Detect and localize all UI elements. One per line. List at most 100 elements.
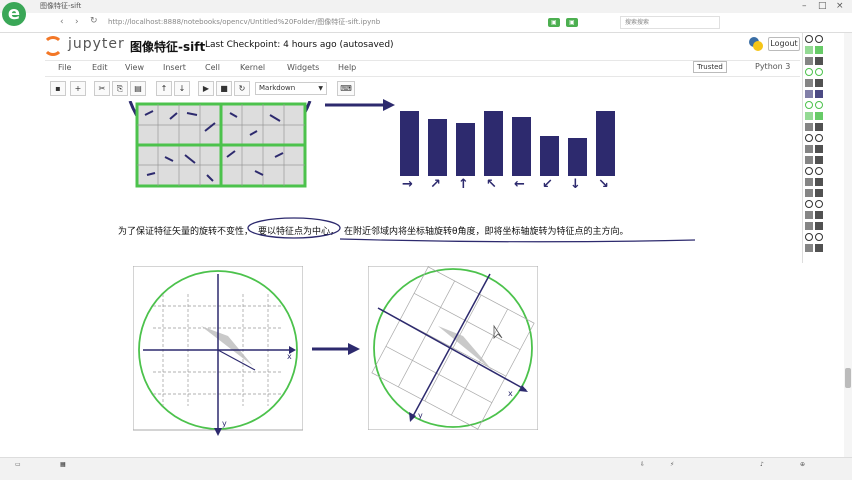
menu-view[interactable]: View	[125, 63, 144, 72]
histogram-bar	[596, 111, 615, 176]
menu-insert[interactable]: Insert	[163, 63, 186, 72]
direction-arrow-icon: ↑	[458, 177, 469, 192]
palette-tool-icon[interactable]	[805, 79, 813, 87]
statusbar-sound-icon[interactable]: ♪	[760, 461, 764, 468]
palette-tool-icon[interactable]	[815, 211, 823, 219]
cell-type-select[interactable]: Markdown ▼	[255, 82, 327, 95]
palette-tool-icon[interactable]	[805, 156, 813, 164]
histogram-bar	[540, 136, 559, 176]
palette-tool-icon[interactable]	[815, 123, 823, 131]
tab-title[interactable]: 图像特征-sift	[40, 1, 81, 11]
jupyter-logo-text[interactable]: jupyter	[68, 36, 125, 52]
notebook-title[interactable]: 图像特征-sift	[130, 38, 205, 55]
move-down-icon[interactable]: ↓	[174, 81, 190, 96]
palette-tool-icon[interactable]	[815, 90, 823, 98]
palette-tool-icon[interactable]	[805, 134, 813, 142]
refresh-icon[interactable]: ↻	[90, 16, 98, 26]
palette-tool-icon[interactable]	[815, 112, 823, 120]
transform-arrow-icon	[312, 343, 360, 355]
forward-icon[interactable]: ›	[75, 17, 79, 27]
histogram-bar	[484, 111, 503, 176]
minimize-icon[interactable]: –	[802, 1, 807, 11]
address-bar: ‹ › ↻ http://localhost:8888/notebooks/op…	[0, 13, 852, 33]
add-cell-icon[interactable]: +	[70, 81, 86, 96]
stop-icon[interactable]: ■	[216, 81, 232, 96]
palette-tool-icon[interactable]	[805, 178, 813, 186]
palette-tool-icon[interactable]	[815, 35, 823, 43]
palette-tool-icon[interactable]	[805, 211, 813, 219]
palette-tool-icon[interactable]	[815, 79, 823, 87]
close-icon[interactable]: ×	[836, 1, 844, 11]
palette-tool-icon[interactable]	[805, 189, 813, 197]
chevron-down-icon: ▼	[318, 85, 323, 92]
direction-arrow-icon: ↙	[542, 177, 553, 192]
statusbar-left-icon[interactable]: ▭	[15, 461, 21, 468]
palette-tool-icon[interactable]	[815, 68, 823, 76]
palette-tool-icon[interactable]	[805, 35, 813, 43]
menu-widgets[interactable]: Widgets	[287, 63, 319, 72]
direction-arrow-icon: ↖	[486, 177, 497, 192]
menu-kernel[interactable]: Kernel	[240, 63, 265, 72]
palette-tool-icon[interactable]	[805, 200, 813, 208]
palette-tool-icon[interactable]	[815, 134, 823, 142]
palette-tool-icon[interactable]	[815, 233, 823, 241]
palette-tool-icon[interactable]	[815, 167, 823, 175]
statusbar-accel-icon[interactable]: ⚡	[670, 461, 674, 468]
paste-icon[interactable]: ▤	[130, 81, 146, 96]
scrollbar-thumb[interactable]	[845, 368, 851, 388]
palette-tool-icon[interactable]	[805, 57, 813, 65]
palette-tool-icon[interactable]	[815, 244, 823, 252]
extension-badge-2[interactable]: ▣	[566, 18, 578, 27]
extension-badge[interactable]: ▣	[548, 18, 560, 27]
palette-tool-icon[interactable]	[805, 244, 813, 252]
statusbar-news-icon[interactable]: ▦	[60, 461, 66, 468]
copy-icon[interactable]: ⎘	[112, 81, 128, 96]
palette-tool-icon[interactable]	[805, 46, 813, 54]
palette-tool-icon[interactable]	[815, 145, 823, 153]
trusted-badge[interactable]: Trusted	[693, 61, 727, 73]
palette-tool-icon[interactable]	[815, 101, 823, 109]
run-icon[interactable]: ▶	[198, 81, 214, 96]
save-icon[interactable]: ▪	[50, 81, 66, 96]
palette-tool-icon[interactable]	[805, 112, 813, 120]
menu-edit[interactable]: Edit	[92, 63, 108, 72]
palette-tool-icon[interactable]	[815, 222, 823, 230]
palette-tool-icon[interactable]	[805, 145, 813, 153]
browser-search-input[interactable]: 搜索搜索	[620, 16, 720, 29]
palette-tool-icon[interactable]	[815, 46, 823, 54]
palette-tool-icon[interactable]	[815, 57, 823, 65]
histogram-direction-row: → ↗ ↑ ↖ ← ↙ ↓ ↘	[395, 177, 625, 195]
palette-tool-icon[interactable]	[815, 156, 823, 164]
palette-tool-icon[interactable]	[805, 222, 813, 230]
palette-tool-icon[interactable]	[805, 167, 813, 175]
url-input[interactable]: http://localhost:8888/notebooks/opencv/U…	[108, 16, 528, 29]
page-scrollbar[interactable]	[844, 33, 852, 457]
palette-tool-icon[interactable]	[815, 189, 823, 197]
checkpoint-status: Last Checkpoint: 4 hours ago (autosaved)	[205, 40, 394, 50]
palette-tool-icon[interactable]	[805, 68, 813, 76]
cut-icon[interactable]: ✂	[94, 81, 110, 96]
palette-tool-icon[interactable]	[805, 90, 813, 98]
palette-tool-icon[interactable]	[805, 233, 813, 241]
orientation-histogram	[395, 100, 625, 176]
cell-type-label: Markdown	[259, 84, 296, 92]
kernel-indicator: Python 3	[755, 62, 791, 71]
restart-icon[interactable]: ↻	[234, 81, 250, 96]
palette-tool-icon[interactable]	[815, 178, 823, 186]
keyboard-icon[interactable]: ⌨	[337, 81, 355, 96]
browser-logo-icon: e	[2, 2, 26, 26]
statusbar-zoom-icon[interactable]: ⊕	[800, 461, 805, 468]
menu-cell[interactable]: Cell	[205, 63, 220, 72]
palette-tool-icon[interactable]	[805, 123, 813, 131]
move-up-icon[interactable]: ↑	[156, 81, 172, 96]
back-icon[interactable]: ‹	[60, 17, 64, 27]
menu-file[interactable]: File	[58, 63, 71, 72]
histogram-bar	[568, 138, 587, 176]
statusbar-download-icon[interactable]: ⇩	[640, 461, 645, 468]
logout-button[interactable]: Logout	[768, 37, 800, 51]
palette-tool-icon[interactable]	[805, 101, 813, 109]
maximize-icon[interactable]: □	[818, 1, 827, 11]
descriptor-grid-figure	[128, 101, 312, 188]
menu-help[interactable]: Help	[338, 63, 356, 72]
palette-tool-icon[interactable]	[815, 200, 823, 208]
